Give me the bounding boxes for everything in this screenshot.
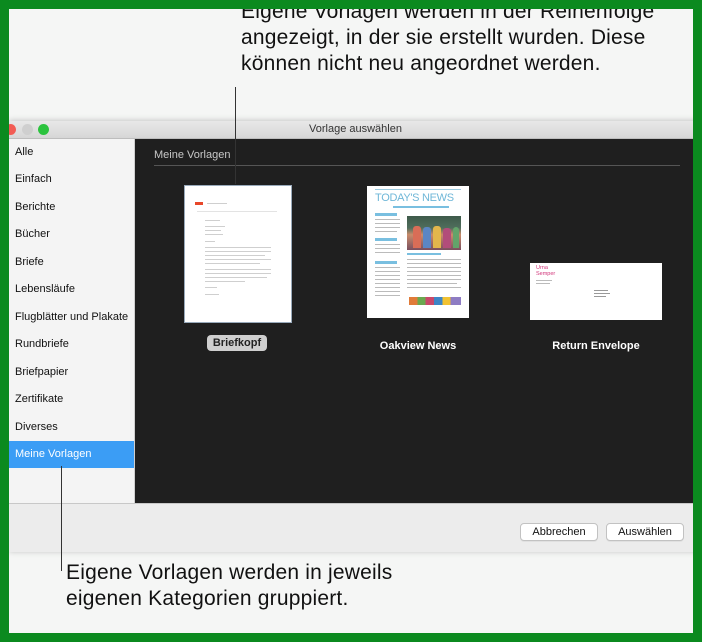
sidebar-item-einfach[interactable]: Einfach: [9, 166, 134, 193]
title-bar: Vorlage auswählen: [9, 121, 693, 139]
template-gallery: Meine Vorlagen Briefkopf TODAY'S NEWS Oa…: [135, 139, 693, 503]
template-label-briefkopf: Briefkopf: [207, 335, 267, 351]
newsletter-book-strip: [409, 297, 461, 305]
dialog-footer: Abbrechen Auswählen: [9, 503, 693, 552]
sidebar-item-diverses[interactable]: Diverses: [9, 414, 134, 441]
template-label-oakview-news: Oakview News: [379, 340, 457, 352]
window-title: Vorlage auswählen: [309, 123, 402, 135]
sidebar-item-rundbriefe[interactable]: Rundbriefe: [9, 331, 134, 358]
image-frame: Vorlage auswählen Alle Einfach Berichte …: [0, 0, 702, 642]
letterhead-logo-icon: [195, 202, 203, 205]
section-heading: Meine Vorlagen: [154, 149, 231, 161]
callout-bottom-text: Eigene Vorlagen werden in jeweils eigene…: [66, 561, 393, 610]
category-sidebar: Alle Einfach Berichte Bücher Briefe Lebe…: [9, 139, 135, 503]
section-divider: [154, 165, 680, 166]
template-thumbnail-return-envelope[interactable]: Urna Semper: [530, 263, 662, 320]
envelope-sender-name: Urna Semper: [536, 265, 556, 277]
template-chooser-window: Vorlage auswählen Alle Einfach Berichte …: [9, 121, 693, 552]
sidebar-item-alle[interactable]: Alle: [9, 139, 134, 166]
sidebar-item-buecher[interactable]: Bücher: [9, 221, 134, 248]
callout-leader-top: [235, 87, 236, 184]
sidebar-item-briefe[interactable]: Briefe: [9, 249, 134, 276]
sidebar-item-meine-vorlagen[interactable]: Meine Vorlagen: [9, 441, 134, 468]
cancel-button[interactable]: Abbrechen: [520, 523, 598, 541]
template-thumbnail-briefkopf[interactable]: [184, 185, 292, 323]
template-thumbnail-oakview-news[interactable]: TODAY'S NEWS: [367, 186, 469, 318]
sidebar-item-flugblaetter[interactable]: Flugblätter und Plakate: [9, 304, 134, 331]
template-label-return-envelope: Return Envelope: [552, 340, 640, 352]
newsletter-headline: TODAY'S NEWS: [375, 192, 454, 204]
callout-leader-bottom: [61, 466, 62, 571]
callout-top-text: Eigene Vorlagen werden in der Reihenfolg…: [241, 0, 655, 75]
sidebar-item-briefpapier[interactable]: Briefpapier: [9, 359, 134, 386]
sidebar-item-berichte[interactable]: Berichte: [9, 194, 134, 221]
choose-button[interactable]: Auswählen: [606, 523, 684, 541]
sidebar-item-lebenslaeufe[interactable]: Lebensläufe: [9, 276, 134, 303]
newsletter-photo: [407, 216, 461, 250]
sidebar-item-zertifikate[interactable]: Zertifikate: [9, 386, 134, 413]
